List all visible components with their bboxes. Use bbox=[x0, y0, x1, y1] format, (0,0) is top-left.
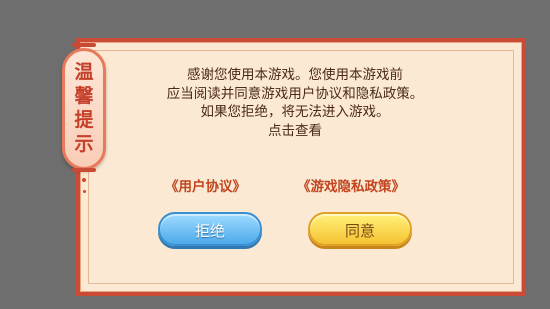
notice-message: 感谢您使用本游戏。您使用本游戏前 应当阅读并同意游戏用户协议和隐私政策。 如果您… bbox=[130, 66, 460, 140]
user-agreement-link[interactable]: 《用户协议》 bbox=[165, 175, 246, 195]
message-line-2: 应当阅读并同意游戏用户协议和隐私政策。 bbox=[166, 85, 424, 102]
title-char-2: 馨 bbox=[74, 85, 94, 107]
ornament-bead bbox=[82, 190, 86, 193]
ornament-bead bbox=[82, 178, 86, 182]
agree-button[interactable]: 同意 bbox=[308, 212, 412, 246]
title-char-1: 温 bbox=[74, 61, 94, 83]
privacy-policy-link[interactable]: 《游戏隐私政策》 bbox=[297, 175, 405, 195]
title-char-3: 提 bbox=[74, 109, 94, 131]
dialog-title: 温 馨 提 示 bbox=[62, 60, 106, 156]
tab-top-cap bbox=[72, 43, 96, 47]
title-char-4: 示 bbox=[74, 133, 94, 155]
reject-button[interactable]: 拒绝 bbox=[158, 212, 262, 246]
message-line-4: 点击查看 bbox=[268, 122, 322, 139]
message-line-1: 感谢您使用本游戏。您使用本游戏前 bbox=[187, 67, 403, 83]
tab-bottom-cap bbox=[72, 168, 96, 172]
message-line-3: 如果您拒绝，将无法进入游戏。 bbox=[200, 104, 390, 120]
